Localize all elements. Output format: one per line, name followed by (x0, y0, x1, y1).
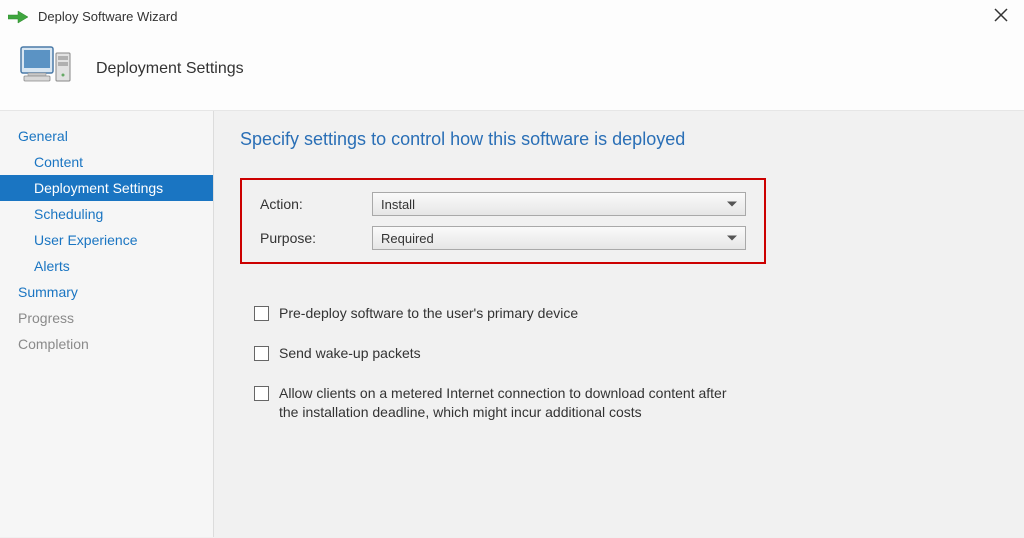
highlight-box: Action: Install Purpose: Required (240, 178, 766, 264)
chevron-down-icon (727, 202, 737, 207)
chevron-down-icon (727, 236, 737, 241)
wizard-header: Deployment Settings (0, 31, 1024, 111)
close-button[interactable] (988, 6, 1014, 27)
action-row: Action: Install (260, 192, 746, 216)
action-select[interactable]: Install (372, 192, 746, 216)
sidebar-item-completion: Completion (0, 331, 213, 357)
sidebar-item-content[interactable]: Content (0, 149, 213, 175)
sidebar-item-deployment-settings[interactable]: Deployment Settings (0, 175, 213, 201)
checkbox-row-metered: Allow clients on a metered Internet conn… (254, 384, 998, 420)
wizard-arrow-icon (8, 9, 30, 25)
checkbox-wakeup-label: Send wake-up packets (279, 344, 421, 362)
checkbox-metered[interactable] (254, 386, 269, 401)
checkbox-metered-label: Allow clients on a metered Internet conn… (279, 384, 749, 420)
content-panel: Specify settings to control how this sof… (214, 111, 1024, 537)
purpose-row: Purpose: Required (260, 226, 746, 250)
sidebar-item-user-experience[interactable]: User Experience (0, 227, 213, 253)
purpose-select[interactable]: Required (372, 226, 746, 250)
purpose-label: Purpose: (260, 230, 372, 246)
section-title: Specify settings to control how this sof… (240, 129, 998, 150)
window-title: Deploy Software Wizard (38, 9, 988, 24)
sidebar-item-summary[interactable]: Summary (0, 279, 213, 305)
checkbox-wakeup[interactable] (254, 346, 269, 361)
action-select-value: Install (381, 197, 415, 212)
checkbox-predeploy-label: Pre-deploy software to the user's primar… (279, 304, 578, 322)
computer-icon (18, 41, 74, 96)
wizard-sidebar: General Content Deployment Settings Sche… (0, 111, 214, 537)
checkbox-row-predeploy: Pre-deploy software to the user's primar… (254, 304, 998, 322)
checkbox-predeploy[interactable] (254, 306, 269, 321)
sidebar-item-progress: Progress (0, 305, 213, 331)
wizard-body: General Content Deployment Settings Sche… (0, 111, 1024, 537)
sidebar-item-scheduling[interactable]: Scheduling (0, 201, 213, 227)
titlebar: Deploy Software Wizard (0, 0, 1024, 31)
page-heading: Deployment Settings (96, 60, 244, 78)
checkbox-row-wakeup: Send wake-up packets (254, 344, 998, 362)
sidebar-item-alerts[interactable]: Alerts (0, 253, 213, 279)
action-label: Action: (260, 196, 372, 212)
purpose-select-value: Required (381, 231, 434, 246)
sidebar-item-general[interactable]: General (0, 123, 213, 149)
